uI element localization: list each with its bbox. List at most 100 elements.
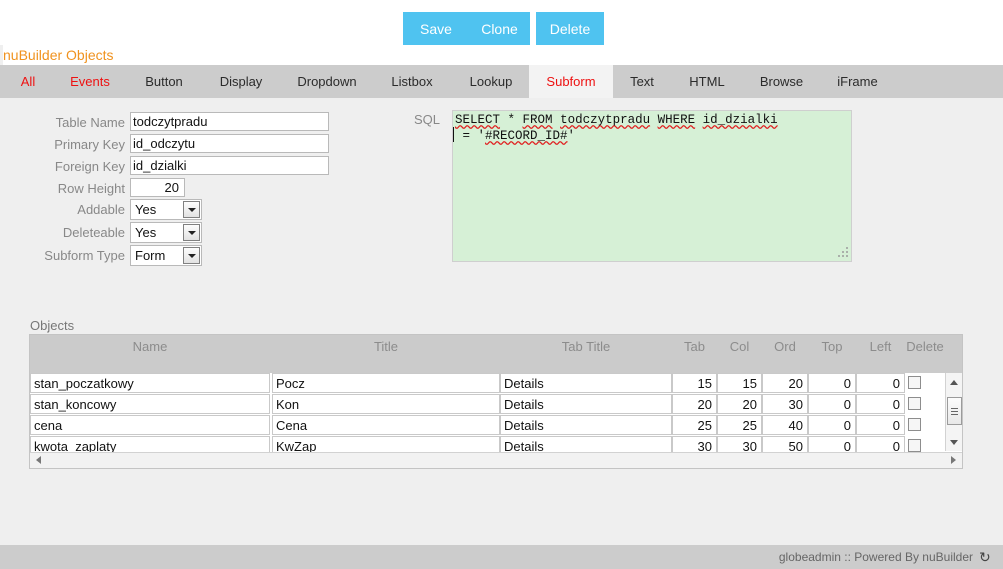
sql-textarea[interactable]: SELECT * FROM todczytpradu WHERE id_dzia… — [452, 110, 852, 262]
sql-token-table: todczytpradu — [560, 113, 651, 127]
cell-col[interactable]: 25 — [717, 415, 762, 435]
cell-top[interactable]: 0 — [808, 373, 856, 393]
chevron-down-icon[interactable] — [183, 247, 200, 264]
cell-tab[interactable]: 20 — [672, 394, 717, 414]
input-primary-key[interactable] — [130, 134, 329, 153]
cell-ord[interactable]: 30 — [762, 394, 808, 414]
cell-title[interactable]: Cena — [272, 415, 500, 435]
cell-tab_title[interactable]: Details — [500, 373, 672, 393]
tab-display[interactable]: Display — [199, 65, 283, 98]
sql-token-select: SELECT — [455, 113, 501, 127]
sql-text: SELECT * FROM todczytpradu WHERE id_dzia… — [455, 112, 778, 144]
save-button[interactable]: Save — [403, 12, 469, 47]
column-header-col[interactable]: Col — [717, 335, 762, 359]
column-header-top[interactable]: Top — [808, 335, 856, 359]
tab-iframe[interactable]: iFrame — [820, 65, 895, 98]
delete-checkbox[interactable] — [908, 439, 921, 452]
objects-grid: Name Title Tab Title Tab Col Ord Top Left Delete… — [29, 334, 963, 469]
input-table-name[interactable] — [130, 112, 329, 131]
tab-button[interactable]: Button — [129, 65, 199, 98]
chevron-down-icon[interactable] — [183, 201, 200, 218]
table-row[interactable]: cena Cena Details 25 25 40 0 0 — [30, 415, 962, 436]
cell-ord[interactable]: 40 — [762, 415, 808, 435]
column-header-title[interactable]: Title — [272, 335, 500, 359]
input-foreign-key[interactable] — [130, 156, 329, 175]
sql-token-column: id_dzialki — [702, 113, 778, 127]
scroll-left-arrow-icon[interactable] — [32, 454, 45, 467]
tab-dropdown[interactable]: Dropdown — [283, 65, 371, 98]
cell-col[interactable]: 20 — [717, 394, 762, 414]
vertical-scrollbar-thumb[interactable] — [947, 397, 962, 425]
table-row[interactable]: stan_koncowy Kon Details 20 20 30 0 0 — [30, 394, 962, 415]
tab-browse[interactable]: Browse — [743, 65, 820, 98]
label-primary-key: Primary Key — [54, 137, 125, 152]
sql-token-quote: ' — [567, 129, 576, 143]
label-row-height: Row Height — [57, 181, 125, 196]
refresh-icon[interactable]: ↻ — [979, 549, 995, 565]
cell-left[interactable]: 0 — [856, 394, 905, 414]
label-table-name: Table Name — [55, 115, 125, 130]
column-header-delete[interactable]: Delete — [905, 335, 945, 359]
scroll-down-arrow-icon[interactable] — [947, 435, 961, 449]
select-addable[interactable]: Yes — [130, 199, 202, 220]
cell-top[interactable]: 0 — [808, 415, 856, 435]
input-row-height[interactable] — [130, 178, 185, 197]
cell-name[interactable]: stan_poczatkowy — [30, 373, 270, 393]
column-header-left[interactable]: Left — [856, 335, 905, 359]
column-header-name[interactable]: Name — [30, 335, 270, 359]
cell-left[interactable]: 0 — [856, 373, 905, 393]
label-foreign-key: Foreign Key — [54, 159, 125, 174]
footer-bar: globeadmin :: Powered By nuBuilder ↻ — [0, 545, 1003, 569]
tab-text[interactable]: Text — [613, 65, 671, 98]
delete-checkbox[interactable] — [908, 418, 921, 431]
select-addable-value: Yes — [135, 202, 157, 217]
select-subform-type[interactable]: Form — [130, 245, 202, 266]
tab-html[interactable]: HTML — [671, 65, 743, 98]
tab-all[interactable]: All — [5, 65, 51, 98]
cell-tab[interactable]: 25 — [672, 415, 717, 435]
sql-token-where: WHERE — [657, 113, 696, 127]
vertical-scrollbar[interactable] — [945, 373, 962, 451]
text-caret — [453, 127, 454, 142]
select-deleteable-value: Yes — [135, 225, 157, 240]
cell-ord[interactable]: 20 — [762, 373, 808, 393]
sql-label: SQL — [413, 112, 440, 127]
resize-handle-icon[interactable] — [837, 247, 849, 259]
cell-tab[interactable]: 15 — [672, 373, 717, 393]
label-addable: Addable — [77, 202, 125, 217]
tab-subform[interactable]: Subform — [529, 65, 613, 98]
label-subform-type: Subform Type — [44, 248, 125, 263]
clone-button[interactable]: Clone — [469, 12, 530, 47]
cell-col[interactable]: 15 — [717, 373, 762, 393]
cell-left[interactable]: 0 — [856, 415, 905, 435]
tab-lookup[interactable]: Lookup — [453, 65, 529, 98]
sql-space-2 — [650, 113, 658, 127]
cell-top[interactable]: 0 — [808, 394, 856, 414]
chevron-down-icon[interactable] — [183, 224, 200, 241]
label-deleteable: Deleteable — [62, 225, 125, 240]
delete-button[interactable]: Delete — [536, 12, 604, 47]
cell-name[interactable]: cena — [30, 415, 270, 435]
horizontal-scrollbar[interactable] — [30, 452, 962, 468]
select-deleteable[interactable]: Yes — [130, 222, 202, 243]
scroll-up-arrow-icon[interactable] — [947, 375, 961, 389]
cell-title[interactable]: Kon — [272, 394, 500, 414]
delete-checkbox[interactable] — [908, 397, 921, 410]
cell-name[interactable]: stan_koncowy — [30, 394, 270, 414]
cell-tab_title[interactable]: Details — [500, 415, 672, 435]
tab-events[interactable]: Events — [51, 65, 129, 98]
sql-token-from: FROM — [522, 113, 553, 127]
column-header-tab-title[interactable]: Tab Title — [500, 335, 672, 359]
tab-listbox[interactable]: Listbox — [371, 65, 453, 98]
cell-tab_title[interactable]: Details — [500, 394, 672, 414]
scroll-right-arrow-icon[interactable] — [947, 454, 960, 467]
table-row[interactable]: stan_poczatkowy Pocz Details 15 15 20 0 0 — [30, 373, 962, 394]
cell-title[interactable]: Pocz — [272, 373, 500, 393]
column-header-tab[interactable]: Tab — [672, 335, 717, 359]
delete-checkbox[interactable] — [908, 376, 921, 389]
sql-token-equals: = ' — [455, 129, 486, 143]
column-header-ord[interactable]: Ord — [762, 335, 808, 359]
page-title: nuBuilder Objects — [3, 45, 1003, 65]
top-button-bar: Save Clone Delete — [0, 0, 1003, 47]
grid-header-row: Name Title Tab Title Tab Col Ord Top Left Delete — [30, 335, 962, 373]
